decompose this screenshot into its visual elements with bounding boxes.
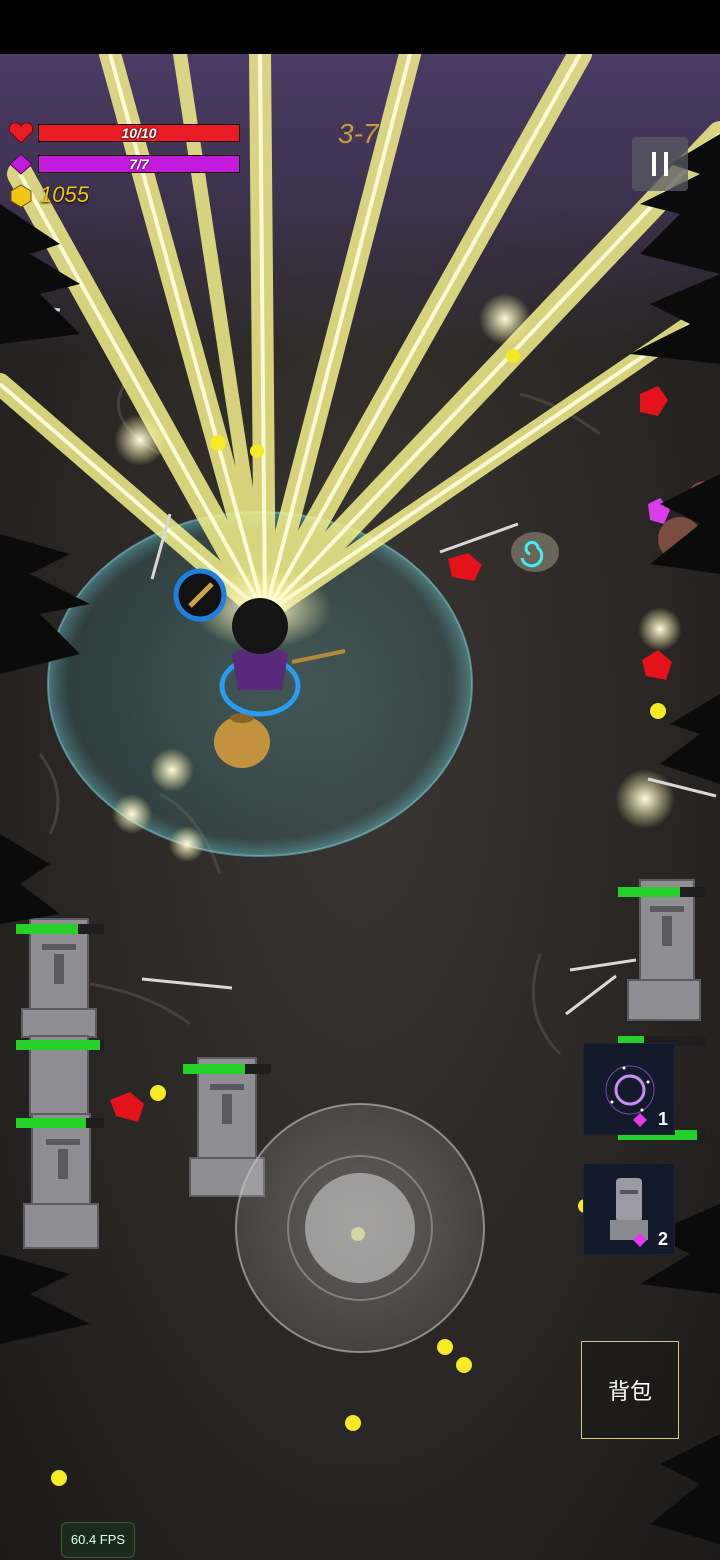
mana-bar: 7/7 [38,155,240,173]
gem-cost-icon [633,1113,647,1127]
skill-cost: 1 [657,1109,668,1129]
skill-cost: 2 [657,1229,668,1249]
gem-cost-icon [633,1233,647,1247]
health-text: 10/10 [121,125,157,141]
world-scene [0,54,720,1544]
backpack-button[interactable]: 背包 [581,1341,679,1439]
enemy-health-bar [183,1064,271,1074]
health-bar: 10/10 [38,124,240,142]
level-indicator: 3-7 [338,118,379,149]
enemy-health-bar [16,1118,104,1128]
enemy-health-bar [618,887,706,897]
heart-icon [8,122,34,144]
mana-row: 7/7 [8,153,240,175]
enemy-health-bar [16,1040,104,1050]
pause-button[interactable] [632,137,688,191]
coin-icon [10,184,32,208]
pause-icon [652,152,656,176]
skill-slot-vortex[interactable]: 1 [583,1043,675,1135]
skill-slot-moai[interactable]: 2 [583,1163,675,1255]
magic-rune-rock [511,532,559,572]
coin-count: 1055 [40,182,89,207]
fps-counter: 60.4 FPS [61,1522,135,1558]
virtual-joystick [235,1103,485,1353]
game-world[interactable] [0,54,720,1560]
mana-text: 7/7 [129,156,149,172]
sword-buff-indicator [173,568,227,622]
enemy-health-bar [16,924,104,934]
health-row: 10/10 [8,122,240,144]
mana-diamond-icon [9,153,33,175]
